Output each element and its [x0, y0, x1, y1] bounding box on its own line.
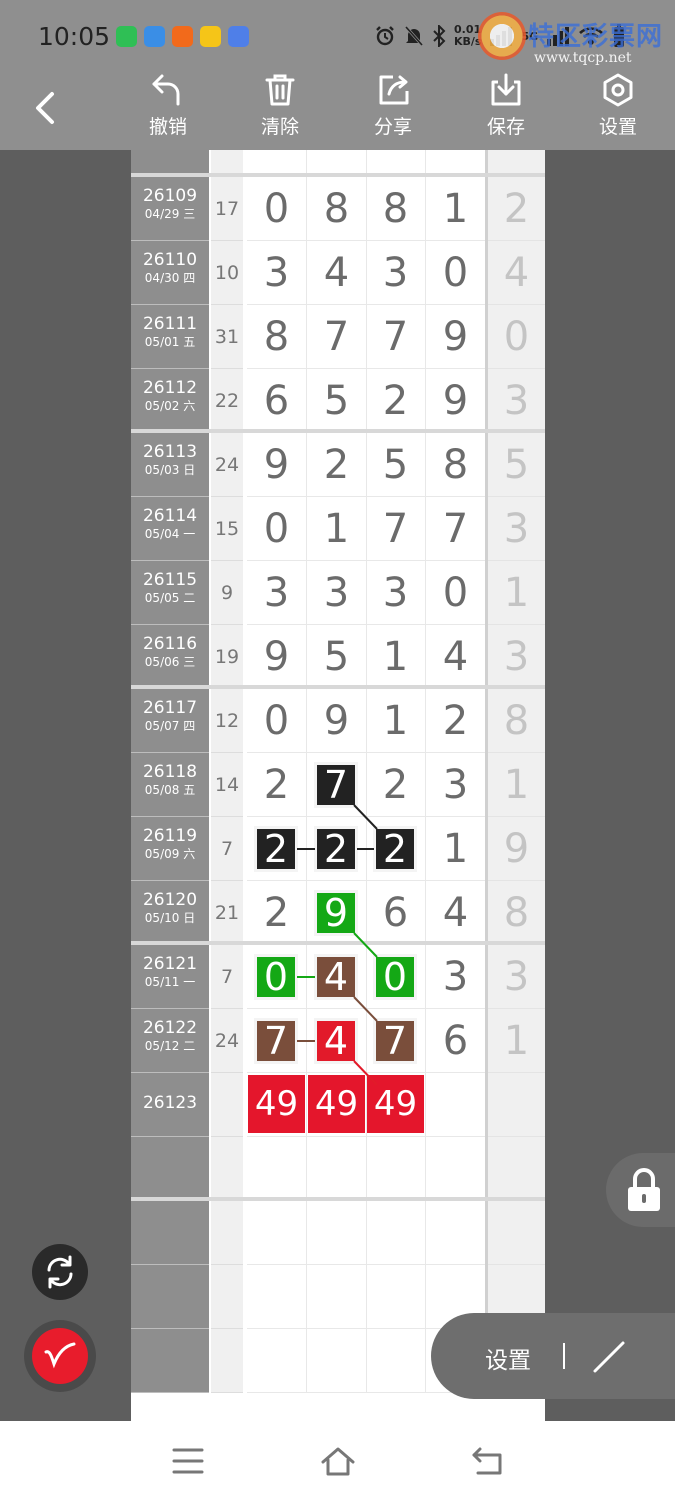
- trash-icon: [265, 74, 295, 106]
- pen-icon: [44, 1342, 76, 1369]
- settings-button[interactable]: 设置: [583, 72, 653, 139]
- toolbar: 撤销 清除 分享 保存 设置: [0, 70, 675, 150]
- status-bar: 10:05 0.01 KB/s 5G 特区彩票网 www.tqcp.net: [0, 0, 675, 70]
- watermark-logo: [478, 12, 526, 60]
- return-icon[interactable]: [470, 1445, 504, 1477]
- back-arrow-icon: [36, 92, 54, 124]
- alarm-icon: [376, 26, 394, 46]
- download-icon: [491, 73, 521, 106]
- menu-icon[interactable]: [172, 1447, 204, 1475]
- watermark: 特区彩票网 www.tqcp.net: [478, 12, 668, 68]
- line-tool-icon[interactable]: [589, 1337, 629, 1377]
- gear-icon: [603, 73, 633, 107]
- app-notification-icon: [228, 26, 249, 47]
- top-bar: 10:05 0.01 KB/s 5G 特区彩票网 www.tqcp.net 撤销…: [0, 0, 675, 150]
- watermark-title: 特区彩票网: [528, 22, 664, 52]
- app-notification-icon: [144, 26, 165, 47]
- settings-pill[interactable]: 设置: [431, 1313, 675, 1399]
- link-line: [353, 1060, 378, 1086]
- status-time: 10:05: [38, 22, 111, 51]
- notification-icons: [116, 26, 249, 47]
- home-icon[interactable]: [320, 1445, 356, 1477]
- link-line: [353, 932, 378, 958]
- share-icon: [379, 75, 409, 105]
- pen-button[interactable]: [24, 1320, 96, 1392]
- pill-divider: [563, 1343, 565, 1369]
- link-lines: [297, 804, 378, 1086]
- bluetooth-icon: [433, 25, 446, 47]
- trend-board[interactable]: 04/28 二2610904/29 三17088122611004/30 四10…: [131, 150, 545, 1421]
- app-notification-icon: [172, 26, 193, 47]
- mute-bell-icon: [404, 26, 424, 46]
- pen-button-face: [32, 1328, 88, 1384]
- pill-settings-label[interactable]: 设置: [485, 1341, 531, 1375]
- sync-icon: [47, 1255, 73, 1289]
- navigation-bar: [0, 1421, 675, 1500]
- share-label: 分享: [373, 116, 412, 138]
- save-button[interactable]: 保存: [471, 72, 541, 139]
- link-line: [353, 996, 378, 1022]
- share-button[interactable]: 分享: [358, 72, 428, 139]
- undo-label: 撤销: [148, 116, 187, 138]
- lock-button[interactable]: [606, 1153, 675, 1227]
- settings-label: 设置: [598, 116, 637, 138]
- undo-icon: [152, 74, 180, 106]
- app-notification-icon: [200, 26, 221, 47]
- link-line: [353, 804, 378, 830]
- watermark-url: www.tqcp.net: [534, 50, 632, 66]
- clear-button[interactable]: 清除: [245, 72, 315, 139]
- app-notification-icon: [116, 26, 137, 47]
- save-label: 保存: [486, 116, 525, 138]
- lock-icon: [628, 1168, 660, 1211]
- back-button[interactable]: [30, 88, 60, 128]
- clear-label: 清除: [260, 116, 299, 138]
- rotate-button[interactable]: [32, 1244, 88, 1300]
- undo-button[interactable]: 撤销: [133, 72, 203, 139]
